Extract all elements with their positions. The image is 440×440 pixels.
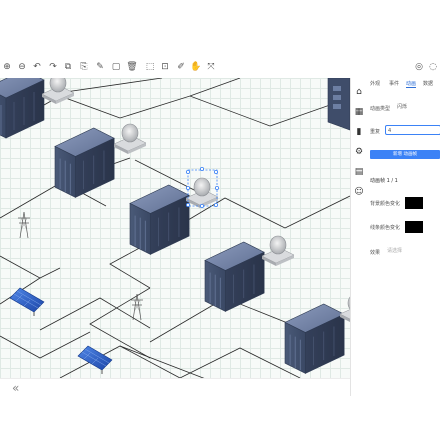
user-icon[interactable]: ☺ bbox=[353, 186, 365, 198]
add-keyframe-button[interactable]: 新增 动画帧 bbox=[370, 150, 440, 159]
server-cabinet-partial bbox=[327, 78, 350, 131]
gear-icon[interactable]: ⚙ bbox=[353, 146, 365, 158]
effect-label: 效果 bbox=[370, 250, 381, 256]
chart-icon[interactable]: ▮ bbox=[353, 126, 365, 138]
transformer-cabinet-4 bbox=[204, 241, 265, 312]
bg-color-label: 背景颜色变化 bbox=[370, 201, 401, 207]
fit-icon[interactable]: ⤧ bbox=[204, 60, 218, 74]
icon-sidebar: ⌂ ▦ ▮ ⚙ ▤ ☺ bbox=[350, 78, 368, 396]
transformer-cabinet-2 bbox=[54, 127, 115, 198]
bg-color-swatch[interactable] bbox=[405, 197, 423, 209]
toolbar: ⊕ ⊖ ↶ ↷ ⧉ ⎘ ✎ ▢ 🗑 ⬚ ⊡ ✐ ✋ ⤧ ◎ ◌ bbox=[0, 58, 440, 79]
zoom-in-icon[interactable]: ⊕ bbox=[0, 60, 14, 74]
chevron-double-left-icon[interactable]: « bbox=[12, 381, 19, 395]
top-blank-area bbox=[0, 0, 440, 58]
properties-panel: 外观 事件 动画 数据 动画类型 闪烁 重复 4 新增 动画帧 动画帧 1 / … bbox=[367, 78, 440, 396]
panel-tabs: 外观 事件 动画 数据 bbox=[367, 80, 440, 90]
transformer-cabinet-3 bbox=[129, 184, 190, 255]
effect-placeholder: 请选择 bbox=[387, 248, 403, 254]
effect-select[interactable]: 请选择 bbox=[385, 246, 440, 256]
undo-icon[interactable]: ↶ bbox=[30, 60, 44, 74]
solar-panel-2 bbox=[77, 345, 113, 375]
transformer-cabinet-5 bbox=[284, 303, 345, 374]
grid-icon[interactable]: ▦ bbox=[353, 106, 365, 118]
repeat-value: 4 bbox=[388, 128, 392, 134]
tab-animation[interactable]: 动画 bbox=[406, 80, 417, 88]
anim-type-select[interactable]: 闪烁 bbox=[395, 102, 439, 112]
tab-appearance[interactable]: 外观 bbox=[370, 80, 380, 87]
meter-1 bbox=[41, 78, 75, 105]
zoom-out-icon[interactable]: ⊖ bbox=[15, 60, 29, 74]
tab-data[interactable]: 数据 bbox=[423, 80, 433, 87]
transmission-tower-1 bbox=[17, 211, 31, 239]
view-icon[interactable]: ◎ bbox=[412, 60, 426, 74]
meter-2 bbox=[113, 123, 147, 155]
solar-panel-1 bbox=[9, 287, 45, 317]
settings-icon[interactable]: ◌ bbox=[426, 60, 440, 74]
tab-events[interactable]: 事件 bbox=[389, 80, 399, 87]
border-color-swatch[interactable] bbox=[405, 221, 423, 233]
document-icon[interactable]: ▤ bbox=[353, 166, 365, 178]
redo-icon[interactable]: ↷ bbox=[46, 60, 60, 74]
border-color-label: 线条颜色变化 bbox=[370, 225, 401, 231]
repeat-input[interactable]: 4 bbox=[385, 125, 440, 135]
delete-icon[interactable]: 🗑 bbox=[125, 60, 139, 74]
canvas-footer: « » bbox=[0, 378, 362, 397]
anim-type-label: 动画类型 bbox=[370, 106, 391, 112]
lock-icon[interactable]: ⊡ bbox=[158, 60, 172, 74]
pen-icon[interactable]: ✎ bbox=[93, 60, 107, 74]
anim-type-value: 闪烁 bbox=[397, 104, 408, 110]
transformer-cabinet-1 bbox=[0, 78, 45, 139]
hand-icon[interactable]: ✋ bbox=[189, 60, 203, 74]
meter-4 bbox=[261, 235, 295, 267]
paint-icon[interactable]: ⎘ bbox=[77, 60, 91, 74]
meter-3-selected bbox=[185, 177, 219, 209]
diagram-canvas[interactable] bbox=[0, 78, 350, 396]
repeat-label: 重复 bbox=[370, 129, 381, 135]
copy-icon[interactable]: ⧉ bbox=[61, 60, 75, 74]
select-icon[interactable]: ⬚ bbox=[143, 60, 157, 74]
station-diagram bbox=[0, 78, 350, 396]
frame-icon[interactable]: ▢ bbox=[109, 60, 123, 74]
keyframe-title: 动画帧 1 / 1 bbox=[370, 178, 398, 184]
home-icon[interactable]: ⌂ bbox=[353, 86, 365, 98]
brush-icon[interactable]: ✐ bbox=[174, 60, 188, 74]
bottom-blank-area bbox=[0, 396, 440, 440]
